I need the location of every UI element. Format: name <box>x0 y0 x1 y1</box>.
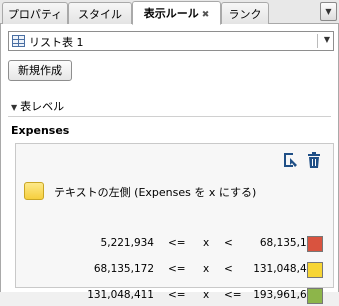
range-low: 68,135,172 <box>93 263 154 275</box>
tab-properties[interactable]: プロパティ <box>2 2 68 24</box>
select-separator <box>317 34 318 48</box>
close-tab-icon[interactable]: ✖ <box>202 10 210 20</box>
tab-display-rules[interactable]: 表示ルール ✖ <box>132 1 221 25</box>
tab-display-rules-label: 表示ルール <box>143 7 199 20</box>
range-color-swatch[interactable] <box>307 262 323 278</box>
range-op-high: < <box>224 237 233 249</box>
new-rule-button[interactable]: 新規作成 <box>8 60 72 81</box>
range-low: 131,048,411 <box>87 289 154 301</box>
variable-label: Expenses <box>11 124 70 137</box>
range-variable: x <box>203 289 210 301</box>
range-row: 5,221,934 <= x < 68,135,172 <box>16 234 333 254</box>
range-variable: x <box>203 263 210 275</box>
range-op-low: <= <box>168 263 186 275</box>
range-color-swatch[interactable] <box>307 236 323 252</box>
range-color-swatch[interactable] <box>307 288 323 304</box>
range-op-low: <= <box>168 289 186 301</box>
tab-rank-label: ランク <box>228 8 262 21</box>
rule-condition-text: テキストの左側 (Expenses を x にする) <box>54 186 257 199</box>
tab-properties-label: プロパティ <box>7 8 63 21</box>
range-variable: x <box>203 237 210 249</box>
range-low: 5,221,934 <box>100 237 154 249</box>
chevron-down-icon: ▼ <box>323 35 330 44</box>
table-select[interactable]: リスト表 1 ▼ <box>8 31 334 51</box>
tab-style-label: スタイル <box>78 8 122 21</box>
collapse-triangle-icon: ▼ <box>11 103 18 112</box>
table-icon <box>12 35 25 47</box>
tab-rank[interactable]: ランク <box>221 2 269 24</box>
section-title: 表レベル <box>20 100 65 113</box>
range-op-high: <= <box>224 289 242 301</box>
rule-box: テキストの左側 (Expenses を x にする) 5,221,934 <= … <box>15 143 334 304</box>
range-op-high: < <box>224 263 233 275</box>
display-rules-panel: リスト表 1 ▼ 新規作成 ▼ 表レベル Expenses テキストの左側 (Ex… <box>0 24 339 304</box>
new-rule-button-label: 新規作成 <box>18 64 62 77</box>
tab-menu-button[interactable]: ▼ <box>320 2 337 21</box>
table-select-value: リスト表 1 <box>29 36 84 49</box>
edit-icon[interactable] <box>283 152 299 168</box>
tab-bar: プロパティ スタイル 表示ルール ✖ ランク ▼ <box>0 0 339 25</box>
range-row: 131,048,411 <= x <= 193,961,649 <box>16 286 333 306</box>
range-row: 68,135,172 <= x < 131,048,411 <box>16 260 333 280</box>
range-op-low: <= <box>168 237 186 249</box>
tab-style[interactable]: スタイル <box>68 2 132 24</box>
chevron-down-icon: ▼ <box>325 7 332 16</box>
rule-style-swatch[interactable] <box>24 182 44 200</box>
table-level-section-header[interactable]: ▼ 表レベル <box>11 98 64 114</box>
trash-icon[interactable] <box>307 152 321 168</box>
divider <box>8 116 331 117</box>
